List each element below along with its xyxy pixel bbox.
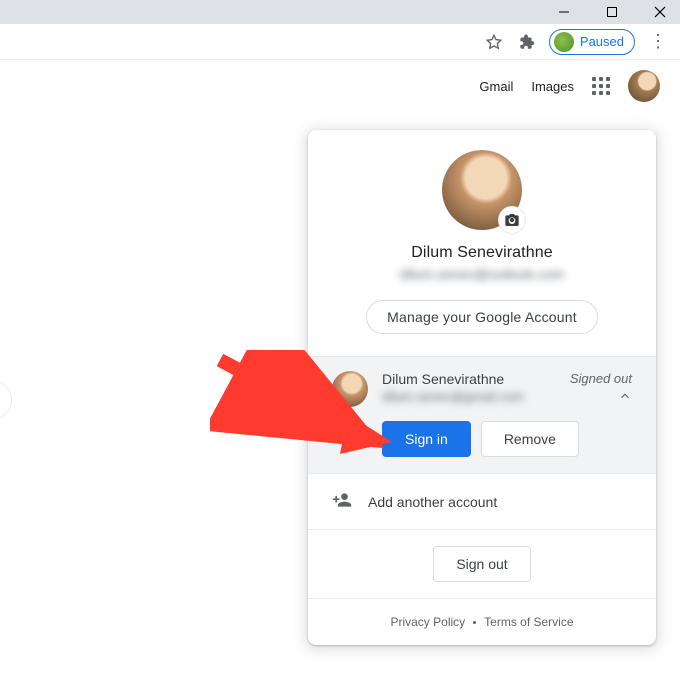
privacy-link[interactable]: Privacy Policy (390, 615, 465, 629)
account-popup: Dilum Senevirathne dilum.senev@outlook.c… (308, 130, 656, 645)
account-avatar[interactable] (628, 70, 660, 102)
paused-label: Paused (580, 34, 624, 49)
chevron-up-icon[interactable] (618, 389, 632, 406)
signout-row: Sign out (308, 530, 656, 599)
kebab-menu-icon[interactable]: ⋮ (649, 31, 666, 52)
sign-out-button[interactable]: Sign out (433, 546, 530, 582)
popup-footer: Privacy Policy Terms of Service (308, 599, 656, 645)
window-titlebar (0, 0, 680, 24)
separator-dot (473, 621, 476, 624)
page-top-nav: Gmail Images (0, 60, 680, 112)
add-account-row[interactable]: Add another account (308, 474, 656, 530)
minimize-button[interactable] (552, 0, 576, 24)
add-person-icon (332, 490, 352, 513)
avatar-container (442, 150, 522, 230)
extensions-icon[interactable] (517, 33, 535, 51)
signed-out-label: Signed out (570, 371, 632, 386)
secondary-account-name: Dilum Senevirathne (382, 371, 556, 387)
profile-paused-chip[interactable]: Paused (549, 29, 635, 55)
change-avatar-button[interactable] (498, 206, 526, 234)
secondary-account-row[interactable]: Dilum Senevirathne dilum.senev@gmail.com… (308, 357, 656, 474)
remove-button[interactable]: Remove (481, 421, 579, 457)
maximize-button[interactable] (600, 0, 624, 24)
popup-header: Dilum Senevirathne dilum.senev@outlook.c… (308, 130, 656, 357)
toolbar: Paused ⋮ (0, 24, 680, 60)
primary-account-name: Dilum Senevirathne (411, 244, 552, 262)
close-button[interactable] (648, 0, 672, 24)
manage-account-button[interactable]: Manage your Google Account (366, 300, 598, 334)
apps-grid-icon[interactable] (592, 77, 610, 95)
secondary-account-email: dilum.senev@gmail.com (382, 389, 556, 404)
images-link[interactable]: Images (531, 79, 574, 94)
sign-in-button[interactable]: Sign in (382, 421, 471, 457)
secondary-avatar (332, 371, 368, 407)
side-panel-handle[interactable] (0, 380, 12, 420)
gmail-link[interactable]: Gmail (479, 79, 513, 94)
bookmark-star-icon[interactable] (485, 33, 503, 51)
profile-avatar-icon (554, 32, 574, 52)
primary-account-email: dilum.senev@outlook.com (400, 266, 564, 282)
add-account-label: Add another account (368, 494, 497, 510)
terms-link[interactable]: Terms of Service (484, 615, 573, 629)
